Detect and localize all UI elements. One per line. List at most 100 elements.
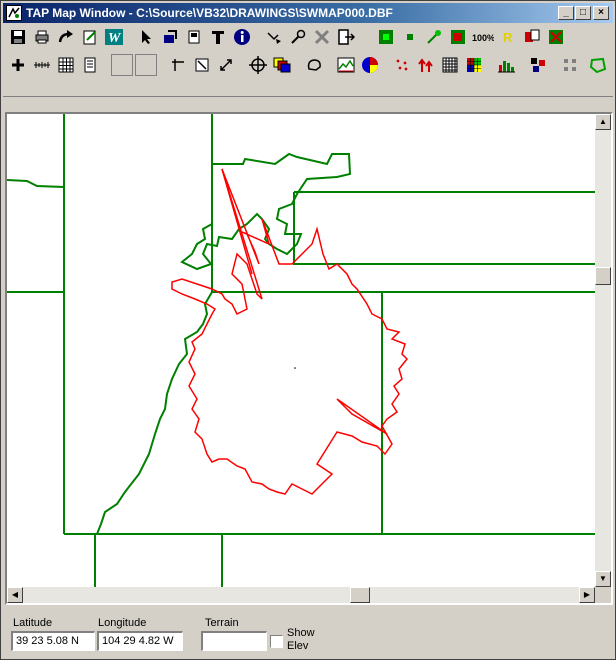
- diagonal-icon: [220, 59, 232, 71]
- diagonal-button[interactable]: [215, 54, 237, 76]
- scatter-icon: [396, 59, 408, 71]
- maximize-button[interactable]: □: [575, 6, 591, 20]
- grid-black-button[interactable]: [439, 54, 461, 76]
- path-button[interactable]: [263, 26, 285, 48]
- scroll-corner: [595, 587, 611, 603]
- pointer-button[interactable]: [135, 26, 157, 48]
- longitude-field[interactable]: 104 29 4.82 W: [97, 631, 183, 651]
- save-button[interactable]: [7, 26, 29, 48]
- grid-green-button[interactable]: [375, 26, 397, 48]
- grid-icon: [58, 57, 74, 73]
- histogram-icon: [498, 61, 515, 73]
- scatter-button[interactable]: [391, 54, 413, 76]
- svg-text:100%: 100%: [472, 33, 494, 43]
- tiles-button[interactable]: [527, 54, 549, 76]
- edit-doc-icon: [83, 30, 96, 45]
- blank-button-1[interactable]: [111, 54, 133, 76]
- resize-box-button[interactable]: [191, 54, 213, 76]
- export-button[interactable]: [521, 26, 543, 48]
- edit-button[interactable]: [79, 26, 101, 48]
- blank-button-2[interactable]: [135, 54, 157, 76]
- scroll-down-button[interactable]: ▼: [595, 571, 611, 587]
- device-button[interactable]: [183, 26, 205, 48]
- corner-tool-icon: [172, 59, 184, 71]
- lasso-icon: [307, 59, 321, 71]
- coverage-spike: [336, 398, 388, 435]
- exit-button[interactable]: [335, 26, 357, 48]
- polygon-icon: [589, 57, 607, 73]
- scroll-up-button[interactable]: ▲: [595, 114, 611, 130]
- polygon-button[interactable]: [587, 54, 609, 76]
- wand-icon: [427, 30, 441, 44]
- w-text-icon: W: [105, 29, 123, 45]
- ruler-button[interactable]: [31, 54, 53, 76]
- close-button[interactable]: ×: [593, 6, 609, 20]
- scroll-right-button[interactable]: ▶: [579, 587, 595, 603]
- pie-icon: [362, 57, 378, 73]
- text-button[interactable]: [207, 26, 229, 48]
- vertical-scroll-thumb[interactable]: [595, 267, 611, 285]
- red-green-button[interactable]: [447, 26, 469, 48]
- pie-button[interactable]: [359, 54, 381, 76]
- horizontal-scrollbar[interactable]: ◀ ▶: [7, 587, 595, 603]
- device-icon: [188, 30, 200, 44]
- import-button[interactable]: [545, 26, 567, 48]
- boundary-line: [293, 192, 607, 265]
- red-green-icon: [451, 30, 465, 44]
- terrain-icon: [337, 57, 355, 73]
- key-button[interactable]: [287, 26, 309, 48]
- coverage-outline: [171, 168, 409, 495]
- grid-black-icon: [442, 57, 458, 73]
- lasso-button[interactable]: [303, 54, 325, 76]
- crosshair-button[interactable]: [247, 54, 269, 76]
- export-red-icon: [525, 29, 540, 42]
- r-button[interactable]: R: [497, 26, 519, 48]
- show-elev-label-1: Show: [287, 627, 315, 639]
- exit-door-icon: [338, 29, 355, 45]
- color-grid-icon: [467, 58, 481, 72]
- terrain-field[interactable]: [201, 631, 267, 651]
- page-button[interactable]: [79, 54, 101, 76]
- info-button[interactable]: [231, 26, 253, 48]
- dot-button[interactable]: [399, 26, 421, 48]
- grid-button[interactable]: [55, 54, 77, 76]
- wand-button[interactable]: [423, 26, 445, 48]
- arrows-up-button[interactable]: [415, 54, 437, 76]
- zoom-100-button[interactable]: 100%: [471, 26, 495, 48]
- add-icon: [12, 59, 24, 71]
- add-button[interactable]: [7, 54, 29, 76]
- longitude-label: Longitude: [98, 617, 147, 629]
- histogram-button[interactable]: [495, 54, 517, 76]
- dots-grid-button[interactable]: [559, 54, 581, 76]
- dots-grid-icon: [564, 59, 576, 71]
- open-layer-icon: [164, 30, 177, 43]
- vertical-scrollbar[interactable]: ▲ ▼: [595, 114, 611, 587]
- w-button[interactable]: W: [103, 26, 125, 48]
- path-arrow-icon: [267, 32, 281, 44]
- map-svg: [7, 114, 607, 603]
- latitude-field[interactable]: 39 23 5.08 N: [11, 631, 95, 651]
- redo-arrow-icon: [58, 30, 73, 43]
- delete-button[interactable]: [311, 26, 333, 48]
- color-layers-button[interactable]: [271, 54, 293, 76]
- color-layers-icon: [273, 57, 291, 73]
- horizontal-scroll-thumb[interactable]: [350, 587, 370, 603]
- print-button[interactable]: [31, 26, 53, 48]
- corner-tool-button[interactable]: [167, 54, 189, 76]
- app-icon: [6, 5, 22, 21]
- color-grid-button[interactable]: [463, 54, 485, 76]
- minimize-button[interactable]: _: [558, 6, 574, 20]
- show-elev-checkbox[interactable]: [270, 635, 283, 648]
- open-layer-button[interactable]: [159, 26, 181, 48]
- map-canvas[interactable]: [5, 112, 613, 605]
- import-green-icon: [549, 30, 563, 44]
- key-icon: [291, 29, 306, 44]
- terrain-button[interactable]: [335, 54, 357, 76]
- map-window: TAP Map Window - C:\Source\VB32\DRAWINGS…: [0, 0, 616, 660]
- text-tool-icon: [212, 31, 224, 44]
- redo-button[interactable]: [55, 26, 77, 48]
- scroll-left-button[interactable]: ◀: [7, 587, 23, 603]
- title-bar[interactable]: TAP Map Window - C:\Source\VB32\DRAWINGS…: [3, 3, 613, 23]
- boundary-line: [64, 291, 383, 535]
- delete-x-icon: [314, 29, 330, 45]
